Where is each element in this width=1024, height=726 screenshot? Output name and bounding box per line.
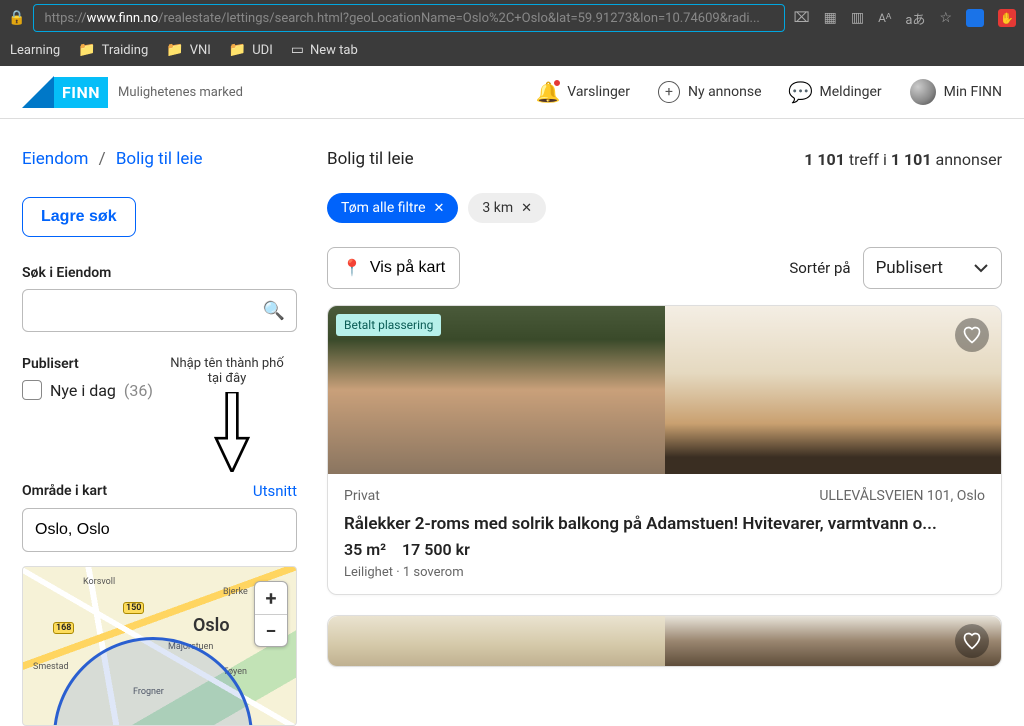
- logo-text: FINN: [54, 77, 108, 108]
- nav-min-finn[interactable]: Min FINN: [910, 79, 1002, 105]
- listing-image: [328, 616, 665, 666]
- close-icon: ✕: [434, 201, 445, 216]
- folder-icon: 📁: [229, 42, 246, 58]
- chip-distance[interactable]: 3 km ✕: [468, 193, 546, 223]
- new-today-label: Nye i dag: [50, 381, 116, 400]
- publisert-label: Publisert: [22, 356, 157, 372]
- chrome-toolbar-icons: ⌧ ▦ ▥ Aᴬ aあ ☆ ✋: [793, 9, 1016, 28]
- sort-value: Publisert: [876, 258, 943, 278]
- sort-select[interactable]: Publisert: [863, 247, 1002, 289]
- listing-price: 17 500 kr: [402, 540, 470, 559]
- nav-meldinger-label: Meldinger: [820, 84, 882, 100]
- arrow-down-icon: [212, 392, 252, 472]
- adblock-ext-icon[interactable]: ✋: [998, 9, 1016, 27]
- heart-icon: [962, 631, 982, 651]
- lock-icon: 🔒: [8, 10, 25, 26]
- listing-size: 35 m²: [344, 540, 386, 559]
- logo-block[interactable]: FINN Mulighetenes marked: [22, 76, 243, 108]
- sidebar: Eiendom / Bolig til leie Lagre søk Søk i…: [22, 149, 297, 726]
- results-count: 1 101 treff i 1 101 annonser: [804, 150, 1002, 169]
- folder-icon: 📁: [166, 42, 183, 58]
- favorite-button[interactable]: [955, 318, 989, 352]
- chat-icon: 💬: [790, 81, 812, 103]
- bookmark-udi[interactable]: 📁UDI: [229, 42, 273, 58]
- nav-varslinger-label: Varslinger: [567, 84, 630, 100]
- area-label: Område i kart: [22, 483, 107, 499]
- chevron-down-icon: [973, 260, 989, 276]
- chip-clear-filters[interactable]: Tøm alle filtre ✕: [327, 193, 458, 223]
- breadcrumb: Eiendom / Bolig til leie: [22, 149, 297, 169]
- browser-chrome: 🔒 https://www.finn.no/realestate/letting…: [0, 0, 1024, 66]
- listing-image: [665, 616, 1002, 666]
- zoom-in-button[interactable]: +: [255, 582, 287, 614]
- nav-min-finn-label: Min FINN: [944, 84, 1002, 100]
- translate-icon[interactable]: aあ: [905, 9, 925, 28]
- site-header: FINN Mulighetenes marked 🔔 Varslinger + …: [0, 66, 1024, 119]
- listing-seller: Privat: [344, 488, 380, 504]
- favorite-button[interactable]: [955, 624, 989, 658]
- nav-varslinger[interactable]: 🔔 Varslinger: [537, 81, 630, 103]
- device-icon[interactable]: ⌧: [793, 10, 809, 26]
- listing-type: Leilighet · 1 soverom: [344, 565, 985, 580]
- paid-badge: Betalt plassering: [336, 314, 441, 336]
- bell-icon: 🔔: [537, 81, 559, 103]
- bookmark-newtab[interactable]: ▭New tab: [291, 42, 358, 58]
- road-badge: 150: [123, 602, 144, 614]
- area-input[interactable]: [22, 508, 297, 552]
- nav-ny-annonse[interactable]: + Ny annonse: [658, 81, 762, 103]
- listing-title: Rålekker 2-roms med solrik balkong på Ad…: [344, 514, 985, 534]
- map-city-label: Oslo: [193, 615, 230, 636]
- bookmark-traiding[interactable]: 📁Traiding: [78, 42, 148, 58]
- main-content: Bolig til leie 1 101 treff i 1 101 annon…: [327, 149, 1002, 726]
- search-input[interactable]: [22, 289, 297, 332]
- listing-card[interactable]: Betalt plassering Privat ULLEVÅLSVEIEN 1…: [327, 305, 1002, 595]
- url-path: /realestate/lettings/search.html?geoLoca…: [158, 11, 760, 26]
- avatar: [910, 79, 936, 105]
- url-proto: https://: [44, 11, 86, 26]
- search-label: Søk i Eiendom: [22, 265, 297, 281]
- listing-address: ULLEVÅLSVEIEN 101, Oslo: [819, 488, 985, 504]
- map[interactable]: 150 168 Korsvoll Smestad Frogner Tøyen M…: [22, 566, 297, 726]
- translator-ext-icon[interactable]: [966, 9, 984, 27]
- close-icon: ✕: [521, 201, 532, 216]
- tab-icon: ▭: [291, 42, 304, 58]
- url-domain: www.finn.no: [87, 11, 159, 26]
- search-icon[interactable]: 🔍: [263, 300, 285, 321]
- new-today-count: (36): [124, 381, 153, 400]
- show-map-label: Vis på kart: [370, 259, 445, 277]
- reader-icon[interactable]: Aᴬ: [878, 11, 891, 25]
- url-bar[interactable]: https://www.finn.no/realestate/lettings/…: [33, 4, 785, 32]
- pin-icon: 📍: [342, 258, 362, 278]
- zoom-out-button[interactable]: −: [255, 614, 287, 646]
- annotation-text: Nhập tên thành phố tại đây: [167, 356, 297, 386]
- folder-icon: 📁: [78, 42, 95, 58]
- listing-card[interactable]: [327, 615, 1002, 667]
- new-today-checkbox[interactable]: [22, 380, 42, 400]
- map-label-town: Bjerke: [223, 587, 248, 597]
- breadcrumb-bolig-til-leie[interactable]: Bolig til leie: [116, 149, 203, 169]
- nav-meldinger[interactable]: 💬 Meldinger: [790, 81, 882, 103]
- grid-icon[interactable]: ▥: [851, 10, 864, 26]
- show-map-button[interactable]: 📍 Vis på kart: [327, 247, 460, 289]
- sort-label: Sortér på: [789, 259, 850, 277]
- plus-icon: +: [658, 81, 680, 103]
- nav-ny-annonse-label: Ny annonse: [688, 84, 762, 100]
- logo-triangle-icon: [22, 76, 54, 108]
- chip-distance-label: 3 km: [482, 200, 513, 216]
- save-search-button[interactable]: Lagre søk: [22, 197, 136, 237]
- map-label-town: Smestad: [33, 662, 69, 672]
- map-label-town: Korsvoll: [83, 577, 115, 587]
- qr-icon[interactable]: ▦: [824, 10, 837, 26]
- heart-icon: [962, 325, 982, 345]
- favorite-star-icon[interactable]: ☆: [939, 10, 952, 26]
- tagline: Mulighetenes marked: [118, 85, 243, 100]
- bookmark-vni[interactable]: 📁VNI: [166, 42, 211, 58]
- road-badge: 168: [53, 622, 74, 634]
- chip-clear-label: Tøm alle filtre: [341, 200, 426, 216]
- utsnitt-link[interactable]: Utsnitt: [253, 482, 297, 500]
- breadcrumb-eiendom[interactable]: Eiendom: [22, 149, 88, 169]
- page-title: Bolig til leie: [327, 149, 414, 169]
- listing-image: [665, 306, 1002, 474]
- bookmark-learning[interactable]: Learning: [10, 43, 60, 58]
